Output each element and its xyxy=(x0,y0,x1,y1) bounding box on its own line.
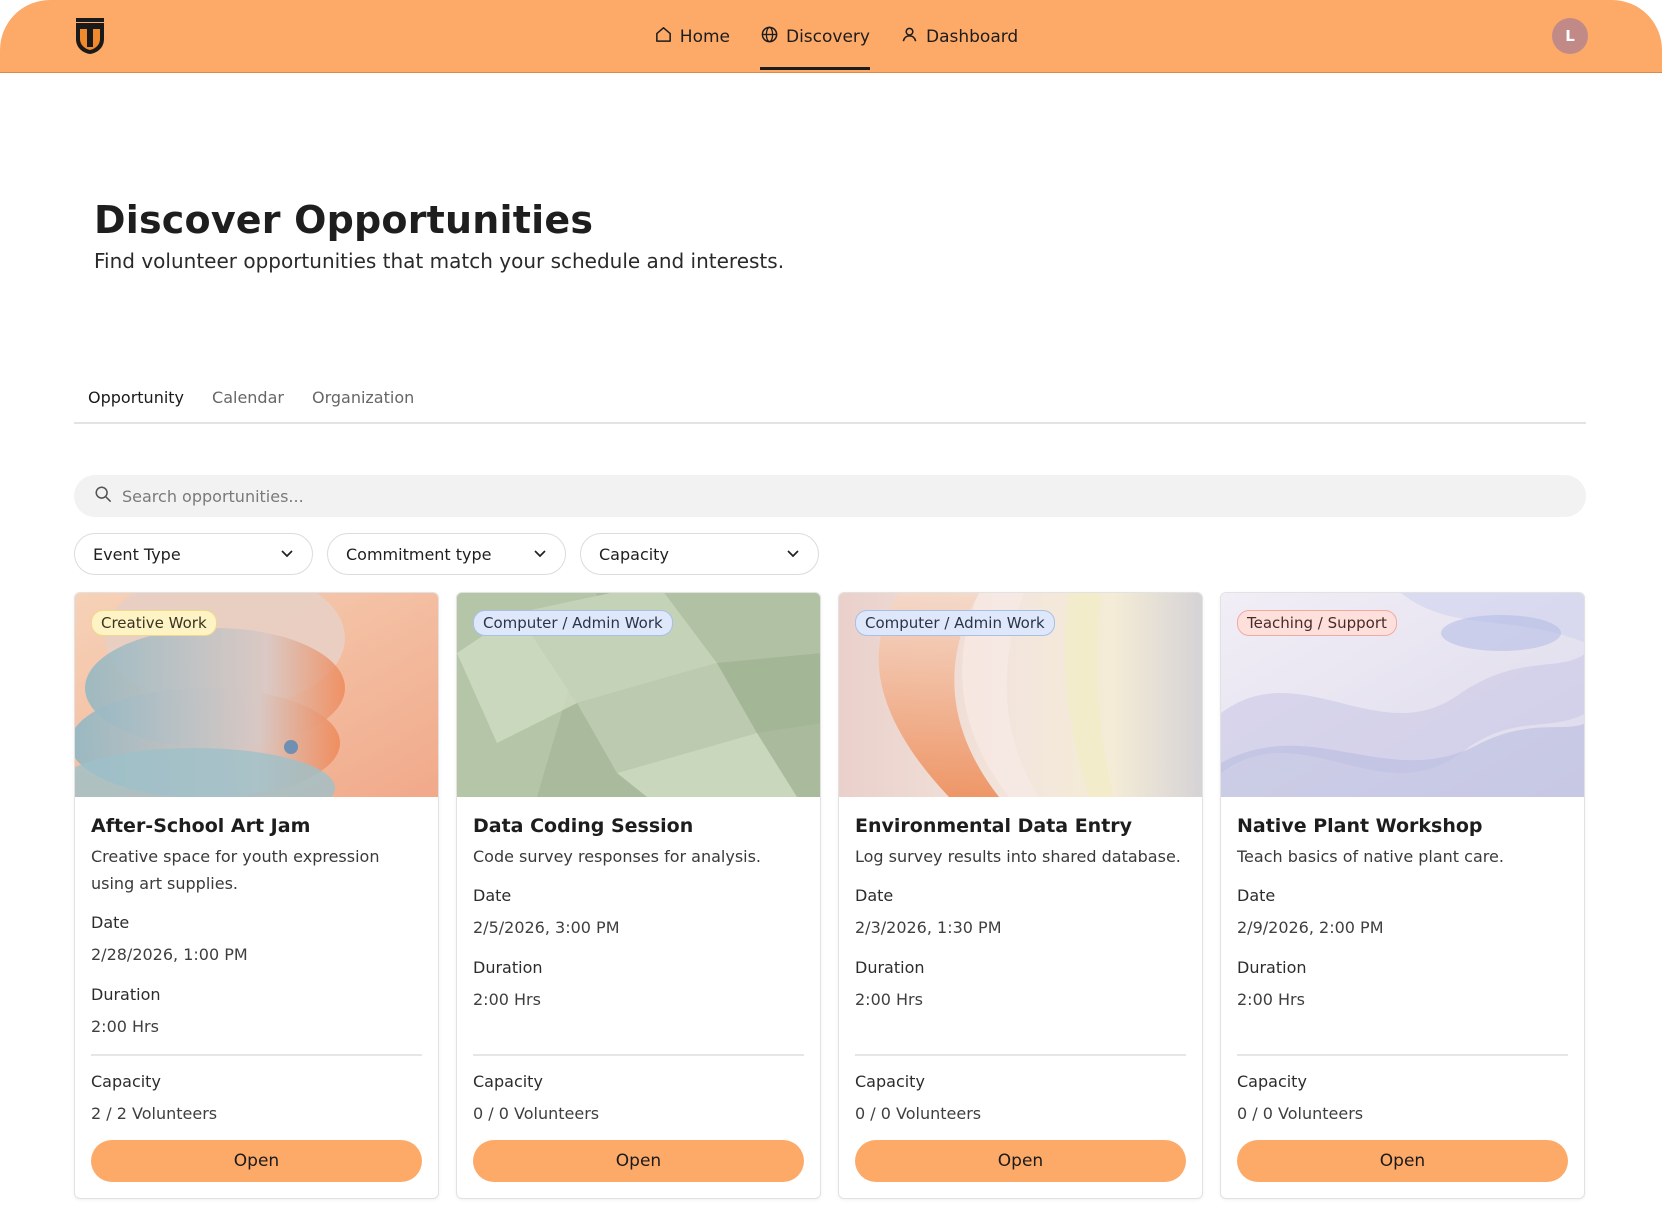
category-badge: Creative Work xyxy=(91,610,217,636)
card-description: Log survey results into shared database. xyxy=(855,847,1181,866)
card-divider xyxy=(1237,1054,1568,1056)
capacity-value: 2 / 2 Volunteers xyxy=(91,1104,218,1123)
card-title: Native Plant Workshop xyxy=(1237,815,1483,837)
duration-label: Duration xyxy=(473,958,543,977)
capacity-label: Capacity xyxy=(473,1072,543,1091)
card-description: Creative space for youth expression usin… xyxy=(91,847,380,893)
card-divider xyxy=(473,1054,804,1056)
category-badge: Computer / Admin Work xyxy=(855,610,1055,636)
date-value: 2/3/2026, 1:30 PM xyxy=(855,918,1002,937)
capacity-label: Capacity xyxy=(91,1072,161,1091)
open-button[interactable]: Open xyxy=(855,1140,1186,1182)
duration-label: Duration xyxy=(855,958,925,977)
card-divider xyxy=(91,1054,422,1056)
category-badge: Computer / Admin Work xyxy=(473,610,673,636)
commitment-type-filter[interactable]: Commitment type xyxy=(327,533,566,575)
search-input[interactable] xyxy=(122,486,1522,506)
category-badge: Teaching / Support xyxy=(1237,610,1397,636)
opportunity-cards-grid: Creative Work After-School Art Jam Creat… xyxy=(74,592,1585,1199)
view-tabs: Opportunity Calendar Organization xyxy=(74,384,1586,424)
duration-label: Duration xyxy=(91,985,161,1004)
event-type-filter[interactable]: Event Type xyxy=(74,533,313,575)
opportunity-card[interactable]: Teaching / Support Native Plant Workshop… xyxy=(1220,592,1585,1199)
commitment-type-filter-label: Commitment type xyxy=(346,544,492,564)
nav-discovery-label: Discovery xyxy=(785,26,870,47)
duration-value: 2:00 Hrs xyxy=(473,990,541,1009)
card-title: Environmental Data Entry xyxy=(855,815,1133,837)
tab-organization[interactable]: Organization xyxy=(298,384,428,422)
capacity-filter-label: Capacity xyxy=(599,544,669,564)
duration-value: 2:00 Hrs xyxy=(91,1017,159,1036)
card-cover-image: Creative Work xyxy=(75,593,438,797)
nav-dashboard[interactable]: Dashboard xyxy=(900,0,1018,73)
capacity-label: Capacity xyxy=(855,1072,925,1091)
opportunity-card[interactable]: Creative Work After-School Art Jam Creat… xyxy=(74,592,439,1199)
page-subtitle: Find volunteer opportunities that match … xyxy=(94,249,785,273)
duration-value: 2:00 Hrs xyxy=(855,990,923,1009)
card-divider xyxy=(855,1054,1186,1056)
nav-home[interactable]: Home xyxy=(654,0,730,73)
card-title: Data Coding Session xyxy=(473,815,694,837)
card-title: After-School Art Jam xyxy=(91,815,311,837)
duration-value: 2:00 Hrs xyxy=(1237,990,1305,1009)
tab-calendar[interactable]: Calendar xyxy=(198,384,298,422)
open-button[interactable]: Open xyxy=(1237,1140,1568,1182)
capacity-value: 0 / 0 Volunteers xyxy=(855,1104,982,1123)
home-icon xyxy=(654,25,673,49)
date-value: 2/28/2026, 1:00 PM xyxy=(91,945,248,964)
user-avatar[interactable]: L xyxy=(1552,18,1588,54)
capacity-value: 0 / 0 Volunteers xyxy=(1237,1104,1364,1123)
card-cover-image: Computer / Admin Work xyxy=(457,593,820,797)
card-cover-image: Computer / Admin Work xyxy=(839,593,1202,797)
chevron-down-icon xyxy=(280,545,294,564)
filter-bar: Event Type Commitment type Capacity xyxy=(74,533,819,575)
capacity-label: Capacity xyxy=(1237,1072,1307,1091)
chevron-down-icon xyxy=(533,545,547,564)
page-title: Discover Opportunities xyxy=(94,198,594,242)
date-value: 2/9/2026, 2:00 PM xyxy=(1237,918,1384,937)
open-button[interactable]: Open xyxy=(91,1140,422,1182)
capacity-value: 0 / 0 Volunteers xyxy=(473,1104,600,1123)
user-icon xyxy=(900,25,919,49)
duration-label: Duration xyxy=(1237,958,1307,977)
top-navigation-bar: Home Discovery Dashboard L xyxy=(0,0,1662,73)
open-button[interactable]: Open xyxy=(473,1140,804,1182)
date-value: 2/5/2026, 3:00 PM xyxy=(473,918,620,937)
nav-home-label: Home xyxy=(679,26,730,47)
nav-discovery[interactable]: Discovery xyxy=(759,0,870,73)
date-label: Date xyxy=(855,886,894,905)
date-label: Date xyxy=(473,886,512,905)
tab-opportunity[interactable]: Opportunity xyxy=(74,384,198,422)
search-icon xyxy=(94,485,112,507)
date-label: Date xyxy=(91,913,130,932)
card-description: Teach basics of native plant care. xyxy=(1237,847,1504,866)
card-cover-image: Teaching / Support xyxy=(1221,593,1584,797)
search-bar xyxy=(74,475,1586,517)
date-label: Date xyxy=(1237,886,1276,905)
chevron-down-icon xyxy=(786,545,800,564)
opportunity-card[interactable]: Computer / Admin Work Data Coding Sessio… xyxy=(456,592,821,1199)
opportunity-card[interactable]: Computer / Admin Work Environmental Data… xyxy=(838,592,1203,1199)
main-nav: Home Discovery Dashboard xyxy=(0,0,1662,73)
capacity-filter[interactable]: Capacity xyxy=(580,533,819,575)
nav-dashboard-label: Dashboard xyxy=(925,26,1019,47)
globe-icon xyxy=(760,25,779,49)
card-description: Code survey responses for analysis. xyxy=(473,847,762,866)
event-type-filter-label: Event Type xyxy=(93,544,181,564)
